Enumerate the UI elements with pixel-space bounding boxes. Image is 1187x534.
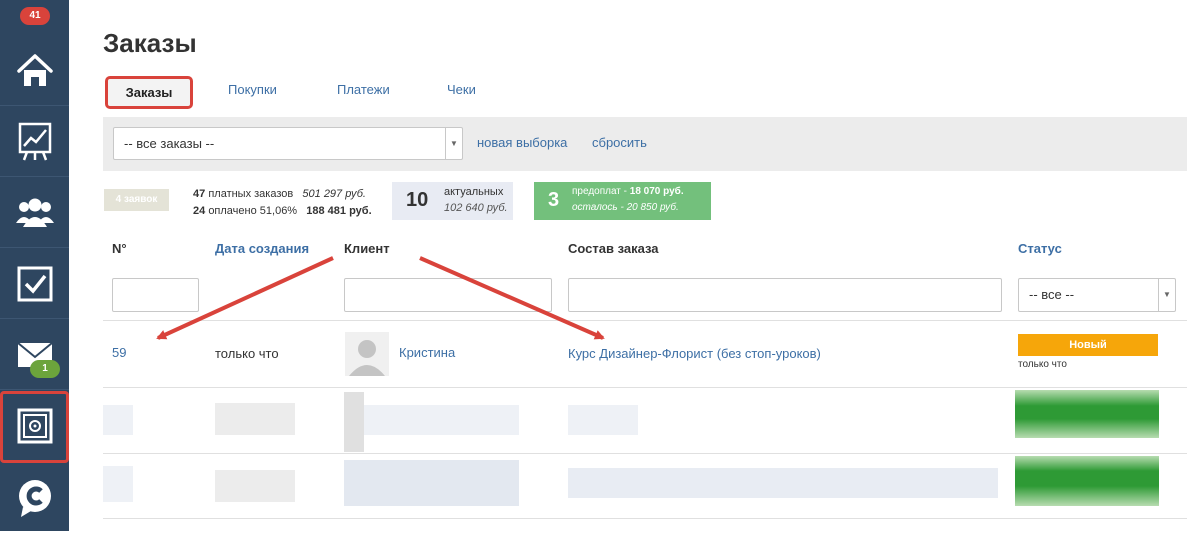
redacted-block — [103, 466, 133, 502]
divider — [103, 518, 1187, 519]
redacted-block — [568, 468, 998, 498]
client-filter-input[interactable] — [344, 278, 552, 312]
reset-link[interactable]: сбросить — [592, 135, 647, 150]
status-badge: Новый — [1018, 334, 1158, 356]
sidebar-active-highlight — [0, 391, 69, 463]
sidebar-item-mail[interactable] — [0, 320, 69, 390]
orders-filter-select[interactable]: -- все заказы -- ▼ — [113, 127, 463, 160]
status-filter-select[interactable]: -- все -- ▼ — [1018, 278, 1176, 312]
main-content: Заказы Заказы Покупки Платежи Чеки -- вс… — [69, 0, 1187, 531]
prepay-line: предоплат - 18 070 руб. — [572, 186, 684, 197]
redacted-status — [1015, 456, 1159, 506]
divider — [103, 320, 1187, 321]
prepay-label: предоплат - — [572, 186, 627, 197]
requests-count-tag: 4 заявок — [104, 189, 169, 211]
paid-count: 47 — [193, 188, 206, 200]
divider — [103, 453, 1187, 454]
sidebar-item-tasks[interactable] — [0, 249, 69, 319]
paid-done-count: 24 — [193, 205, 206, 217]
order-filter-input[interactable] — [568, 278, 1002, 312]
paid-label: платных заказов — [208, 188, 294, 200]
paid-sum: 501 297 руб. — [302, 188, 366, 200]
home-icon — [16, 53, 53, 86]
paid-done-sum: 188 481 руб. — [306, 205, 372, 217]
order-date: только что — [215, 346, 279, 361]
tab-receipts[interactable]: Чеки — [447, 82, 476, 97]
redacted-block — [344, 392, 364, 452]
actual-count: 10 — [406, 189, 429, 211]
users-icon — [15, 198, 54, 227]
new-selection-link[interactable]: новая выборка — [477, 135, 567, 150]
chart-icon — [18, 122, 51, 160]
paid-done-label: оплачено 51,06% — [208, 205, 298, 217]
redacted-block — [568, 405, 638, 435]
column-header-number: N° — [112, 241, 127, 256]
actual-orders-box[interactable]: 10 актуальных 102 640 руб. — [392, 182, 513, 220]
tab-payments[interactable]: Платежи — [337, 82, 390, 97]
paid-stats: 47 платных заказов 501 297 руб. 24 оплач… — [193, 186, 372, 220]
sidebar-item-chat[interactable] — [0, 464, 69, 534]
redacted-block — [364, 405, 519, 435]
prepay-count: 3 — [548, 189, 560, 211]
filter-bar: -- все заказы -- ▼ новая выборка сбросит… — [103, 117, 1187, 171]
sidebar: 41 1 — [0, 0, 69, 531]
tab-orders[interactable]: Заказы — [105, 76, 193, 109]
page-title: Заказы — [103, 28, 197, 58]
sidebar-item-analytics[interactable] — [0, 107, 69, 177]
prepay-remaining: осталось - 20 850 руб. — [572, 202, 679, 213]
order-items-link[interactable]: Курс Дизайнер-Флорист (без стоп-уроков) — [568, 346, 821, 361]
orders-filter-value: -- все заказы -- — [124, 136, 215, 151]
sidebar-item-users[interactable] — [0, 178, 69, 248]
tab-purchases[interactable]: Покупки — [228, 82, 277, 97]
column-header-client: Клиент — [344, 241, 390, 256]
number-filter-input[interactable] — [112, 278, 199, 312]
redacted-block — [215, 403, 295, 435]
notification-badge[interactable]: 41 — [20, 7, 50, 25]
status-filter-value: -- все -- — [1029, 287, 1075, 302]
column-header-status[interactable]: Статус — [1018, 241, 1062, 256]
sidebar-item-home[interactable] — [0, 36, 69, 106]
divider — [103, 387, 1187, 388]
column-header-date[interactable]: Дата создания — [215, 241, 309, 256]
actual-label: актуальных — [444, 186, 504, 198]
redacted-status — [1015, 390, 1159, 438]
mail-badge: 1 — [30, 360, 60, 378]
order-number-link[interactable]: 59 — [112, 345, 126, 360]
avatar — [345, 332, 389, 376]
redacted-block — [103, 405, 133, 435]
status-time: только что — [1018, 359, 1067, 370]
chat-logo-icon — [18, 480, 51, 517]
checkbox-icon — [17, 266, 52, 301]
chevron-down-icon: ▼ — [445, 128, 462, 159]
column-header-order: Состав заказа — [568, 241, 659, 256]
chevron-down-icon: ▼ — [1158, 279, 1175, 311]
prepayment-box[interactable]: 3 предоплат - 18 070 руб. осталось - 20 … — [534, 182, 711, 220]
actual-sum: 102 640 руб. — [444, 202, 508, 214]
redacted-block — [215, 470, 295, 502]
prepay-sum: 18 070 руб. — [629, 186, 684, 197]
redacted-block — [344, 460, 519, 506]
client-name-link[interactable]: Кристина — [399, 345, 455, 360]
